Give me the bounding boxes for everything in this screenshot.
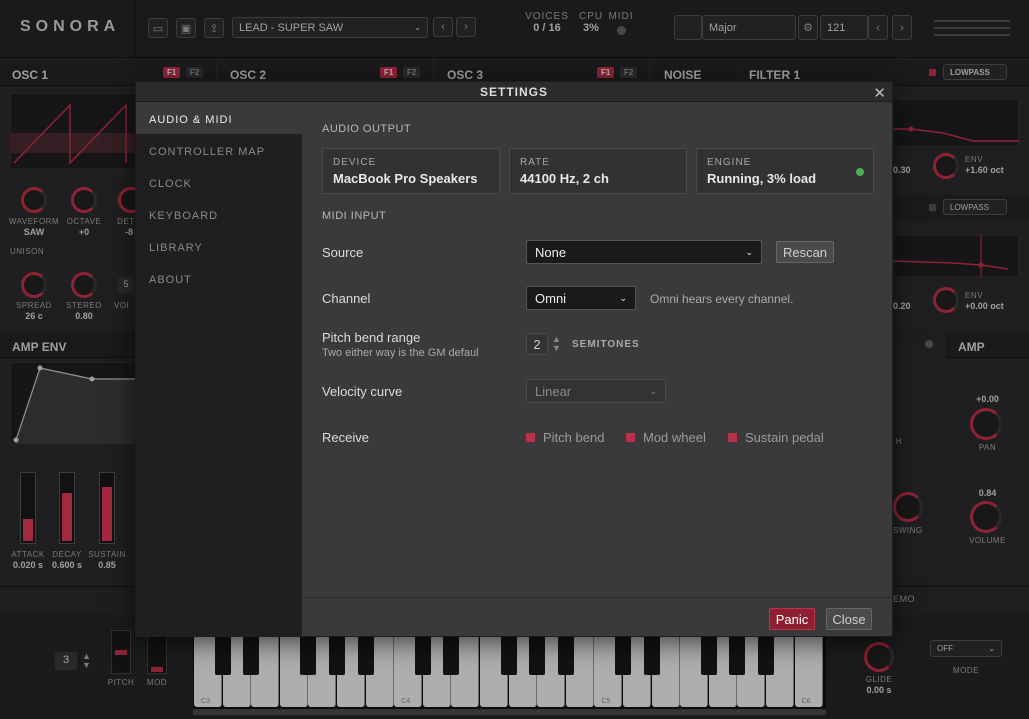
chevron-down-icon: ⌄: [619, 292, 627, 303]
nav-clock[interactable]: CLOCK: [136, 166, 302, 198]
midi-input-heading: MIDI INPUT: [322, 210, 387, 222]
rate-card: RATE 44100 Hz, 2 ch: [509, 148, 687, 194]
rescan-button[interactable]: Rescan: [776, 241, 834, 263]
velocity-curve-label: Velocity curve: [322, 384, 403, 399]
channel-label: Channel: [322, 291, 371, 306]
engine-card: ENGINE Running, 3% load: [696, 148, 874, 194]
nav-audio-midi[interactable]: AUDIO & MIDI: [136, 102, 302, 134]
device-card: DEVICE MacBook Pro Speakers: [322, 148, 500, 194]
engine-status-led: [856, 168, 864, 176]
receive-sustain-pedal-checkbox[interactable]: Sustain pedal: [728, 430, 824, 445]
receive-pitch-bend-checkbox[interactable]: Pitch bend: [526, 430, 604, 445]
pitch-bend-label: Pitch bend range: [322, 330, 421, 345]
nav-about[interactable]: ABOUT: [136, 262, 302, 294]
settings-nav: AUDIO & MIDI CONTROLLER MAP CLOCK KEYBOA…: [136, 102, 302, 637]
nav-controller-map[interactable]: CONTROLLER MAP: [136, 134, 302, 166]
source-label: Source: [322, 245, 364, 260]
channel-select[interactable]: Omni ⌄: [526, 286, 636, 310]
channel-hint: Omni hears every channel.: [650, 292, 794, 306]
close-button[interactable]: Close: [826, 608, 872, 630]
source-select[interactable]: None ⌄: [526, 240, 762, 264]
chevron-down-icon: ⌄: [649, 385, 657, 396]
pitch-bend-sub: Two either way is the GM defaul: [322, 347, 479, 359]
nav-keyboard[interactable]: KEYBOARD: [136, 198, 302, 230]
chevron-down-icon: ⌄: [745, 246, 753, 257]
checkbox-icon: [728, 433, 737, 442]
receive-label: Receive: [322, 430, 369, 445]
synth-app: SONORA ▭ ▣ ⇪ LEAD - SUPER SAW ⌄ ‹ › VOIC…: [0, 0, 1029, 719]
semitones-label: SEMITONES: [572, 339, 640, 350]
velocity-curve-select[interactable]: Linear ⌄: [526, 379, 666, 403]
checkbox-icon: [526, 433, 535, 442]
receive-mod-wheel-checkbox[interactable]: Mod wheel: [626, 430, 706, 445]
dialog-footer: Panic Close: [302, 597, 892, 637]
nav-library[interactable]: LIBRARY: [136, 230, 302, 262]
settings-dialog: SETTINGS ✕ AUDIO & MIDI CONTROLLER MAP C…: [135, 81, 893, 637]
panic-button[interactable]: Panic: [769, 608, 815, 630]
close-icon[interactable]: ✕: [873, 84, 886, 102]
pitch-bend-field[interactable]: 2: [526, 333, 548, 355]
checkbox-icon: [626, 433, 635, 442]
audio-output-heading: AUDIO OUTPUT: [322, 123, 412, 135]
pitch-bend-stepper-icon[interactable]: ▲ ▼: [552, 335, 561, 353]
dialog-title: SETTINGS: [136, 82, 892, 102]
